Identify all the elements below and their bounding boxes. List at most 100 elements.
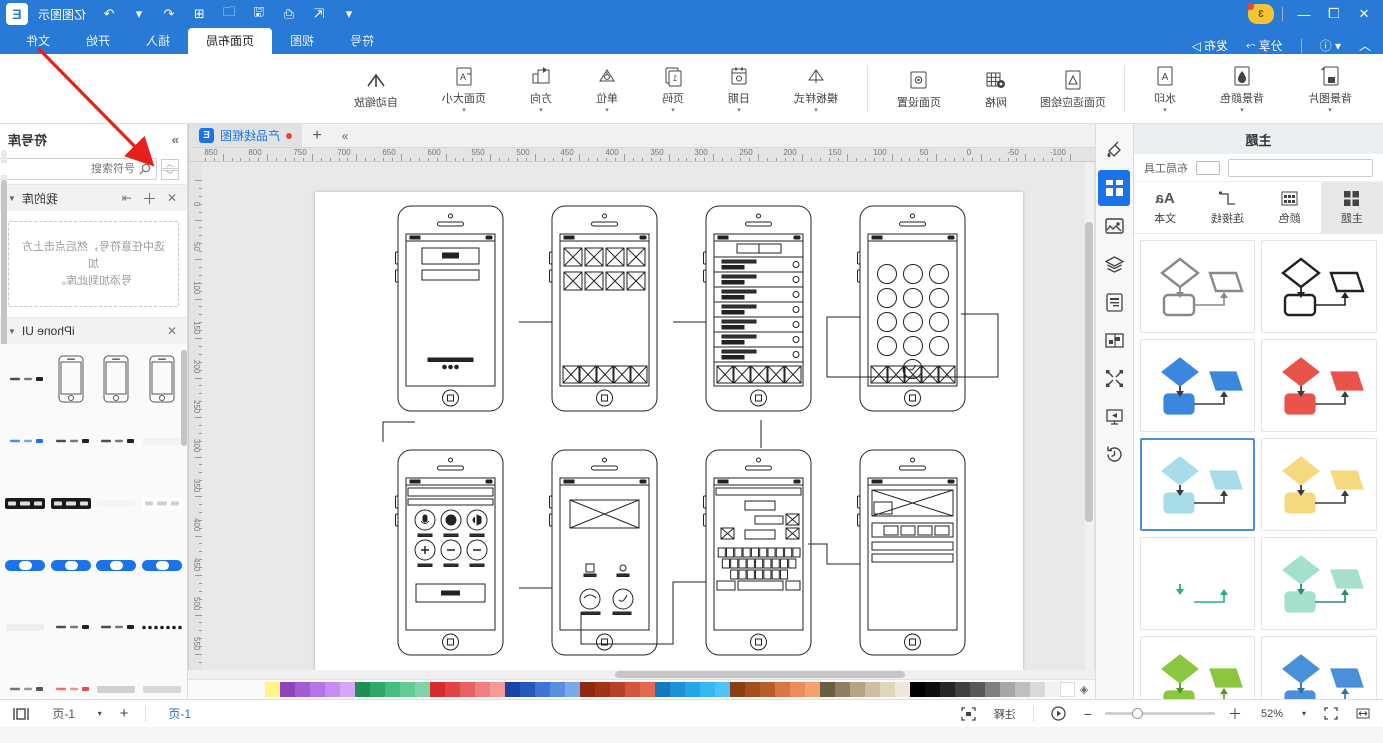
symbol-thumbnail[interactable] bbox=[50, 350, 92, 408]
symbol-thumbnail[interactable] bbox=[4, 660, 46, 699]
symbol-thumbnail[interactable] bbox=[4, 350, 46, 408]
symbol-search-box[interactable] bbox=[0, 158, 157, 180]
collapse-symbol-panel-button[interactable]: » bbox=[172, 132, 179, 147]
theme-red[interactable] bbox=[1261, 339, 1377, 432]
rail-notes[interactable] bbox=[1099, 284, 1131, 320]
vertical-scrollbar[interactable] bbox=[1085, 162, 1095, 670]
color-swatch[interactable] bbox=[325, 682, 340, 697]
symbol-thumbnail[interactable] bbox=[50, 412, 92, 470]
new-button[interactable]: ⊞ bbox=[186, 3, 212, 25]
color-swatch[interactable] bbox=[640, 682, 655, 697]
color-swatch[interactable] bbox=[1045, 682, 1060, 697]
symbol-thumbnail[interactable] bbox=[141, 598, 183, 656]
vertical-ruler[interactable]: 050100150200250300350400450500550600650 bbox=[188, 162, 202, 670]
color-swatch[interactable] bbox=[670, 682, 685, 697]
symbol-thumbnail[interactable] bbox=[4, 412, 46, 470]
symbol-thumbnail[interactable] bbox=[96, 660, 138, 699]
ribbon-fit-page[interactable]: 页面适应绘图 bbox=[1030, 57, 1116, 121]
restore-window-button[interactable]: ❐ bbox=[1321, 3, 1347, 25]
rail-presentation[interactable] bbox=[1099, 398, 1131, 434]
color-swatch[interactable] bbox=[745, 682, 760, 697]
color-swatch[interactable] bbox=[445, 682, 460, 697]
chevron-down-icon[interactable]: ▾ bbox=[737, 107, 741, 114]
color-swatch[interactable] bbox=[355, 682, 370, 697]
chevron-down-icon[interactable]: ▾ bbox=[605, 107, 609, 114]
tab-page-layout[interactable]: 页面布局 bbox=[188, 28, 273, 54]
tab-home[interactable]: 开始 bbox=[68, 28, 128, 54]
add-icon[interactable]: ＋ bbox=[140, 188, 159, 209]
import-icon[interactable]: ⇥ bbox=[120, 191, 134, 205]
chevron-down-icon[interactable]: ▾ bbox=[1163, 107, 1167, 114]
color-swatch[interactable] bbox=[340, 682, 355, 697]
color-swatch[interactable] bbox=[700, 682, 715, 697]
print-button[interactable]: ⎙ bbox=[276, 3, 302, 25]
horizontal-scrollbar[interactable] bbox=[188, 670, 1095, 679]
theme-mint[interactable] bbox=[1261, 537, 1377, 630]
ribbon-background-image[interactable]: 背景图片 ▾ bbox=[1287, 57, 1373, 121]
color-swatch[interactable] bbox=[400, 682, 415, 697]
theme-tab-color[interactable]: 颜色 bbox=[1259, 182, 1321, 233]
symbol-thumbnail[interactable] bbox=[96, 474, 138, 532]
color-swatch[interactable] bbox=[895, 682, 910, 697]
fit-page-button[interactable] bbox=[1319, 705, 1343, 722]
zoom-reset-button[interactable] bbox=[1046, 704, 1071, 723]
chevron-down-icon[interactable]: ▾ bbox=[671, 107, 675, 114]
symbol-thumbnail[interactable] bbox=[96, 598, 138, 656]
color-swatch[interactable] bbox=[835, 682, 850, 697]
ribbon-orientation[interactable]: 方向 ▾ bbox=[509, 57, 573, 121]
page-dropdown-button[interactable]: ▾ bbox=[93, 707, 107, 720]
color-swatch[interactable] bbox=[655, 682, 670, 697]
rail-symbols[interactable] bbox=[1098, 170, 1131, 206]
iphone-ui-header[interactable]: ✕ iPhone UI ▼ bbox=[0, 318, 187, 344]
color-swatch[interactable] bbox=[880, 682, 895, 697]
symbol-thumbnail[interactable] bbox=[141, 350, 183, 408]
document-tab-wireframe[interactable]: 产品线框图 E bbox=[188, 124, 303, 147]
color-swatch[interactable] bbox=[415, 682, 430, 697]
zoom-slider[interactable] bbox=[1104, 708, 1215, 719]
color-swatch[interactable] bbox=[820, 682, 835, 697]
current-page-indicator[interactable]: 页-1 bbox=[158, 705, 201, 722]
minimize-window-button[interactable]: — bbox=[1291, 3, 1317, 25]
scroll-down-button[interactable]: ﹀ bbox=[161, 169, 179, 180]
color-swatch[interactable] bbox=[370, 682, 385, 697]
zoom-dropdown-button[interactable]: ▾ bbox=[1297, 707, 1311, 720]
theme-green-outline[interactable] bbox=[1140, 537, 1256, 630]
color-swatch[interactable] bbox=[730, 682, 745, 697]
color-swatch[interactable] bbox=[970, 682, 985, 697]
chevron-down-icon[interactable]: ▼ bbox=[8, 327, 16, 336]
export-button[interactable]: ⇱ bbox=[306, 3, 332, 25]
theme-layout-field[interactable] bbox=[1228, 158, 1373, 177]
rail-map[interactable] bbox=[1099, 322, 1131, 358]
color-swatch[interactable] bbox=[310, 682, 325, 697]
symbol-scrollbar[interactable] bbox=[181, 350, 187, 446]
page-tab-label[interactable]: 页-1 bbox=[42, 705, 85, 722]
chevron-down-icon[interactable]: ▾ bbox=[814, 107, 818, 114]
color-swatch[interactable] bbox=[265, 682, 280, 697]
color-swatch[interactable] bbox=[295, 682, 310, 697]
zoom-out-button[interactable]: − bbox=[1079, 704, 1097, 724]
symbol-thumbnail[interactable] bbox=[141, 412, 183, 470]
symbol-thumbnail[interactable] bbox=[4, 598, 46, 656]
color-swatch[interactable] bbox=[1060, 682, 1075, 697]
horizontal-ruler[interactable]: -100 -50 0 50 100 150 200 250 300 350 400 450 500 550… bbox=[202, 148, 1095, 162]
rail-fill[interactable] bbox=[1099, 132, 1131, 168]
ribbon-page-number[interactable]: 1 页码 ▾ bbox=[641, 57, 705, 121]
symbol-thumbnail[interactable] bbox=[50, 474, 92, 532]
ribbon-date[interactable]: 日期 ▾ bbox=[707, 57, 771, 121]
color-swatch[interactable] bbox=[925, 682, 940, 697]
chevron-down-icon[interactable]: ▾ bbox=[462, 107, 466, 114]
symbol-thumbnail[interactable] bbox=[141, 536, 183, 594]
color-swatch[interactable] bbox=[580, 682, 595, 697]
color-swatch[interactable] bbox=[385, 682, 400, 697]
tab-file[interactable]: 文件 bbox=[8, 28, 68, 54]
rail-connect[interactable] bbox=[1099, 360, 1131, 396]
comment-button[interactable]: 注释 bbox=[989, 704, 1021, 724]
color-swatch[interactable] bbox=[955, 682, 970, 697]
tab-view[interactable]: 视图 bbox=[272, 28, 332, 54]
share-button[interactable]: 分享 ⤳ bbox=[1242, 37, 1287, 54]
color-swatch[interactable] bbox=[610, 682, 625, 697]
symbol-thumbnail[interactable] bbox=[141, 474, 183, 532]
vip-badge[interactable]: 3 bbox=[1247, 3, 1274, 24]
theme-yellow[interactable] bbox=[1261, 438, 1377, 531]
tab-symbol[interactable]: 符号 bbox=[332, 28, 392, 54]
